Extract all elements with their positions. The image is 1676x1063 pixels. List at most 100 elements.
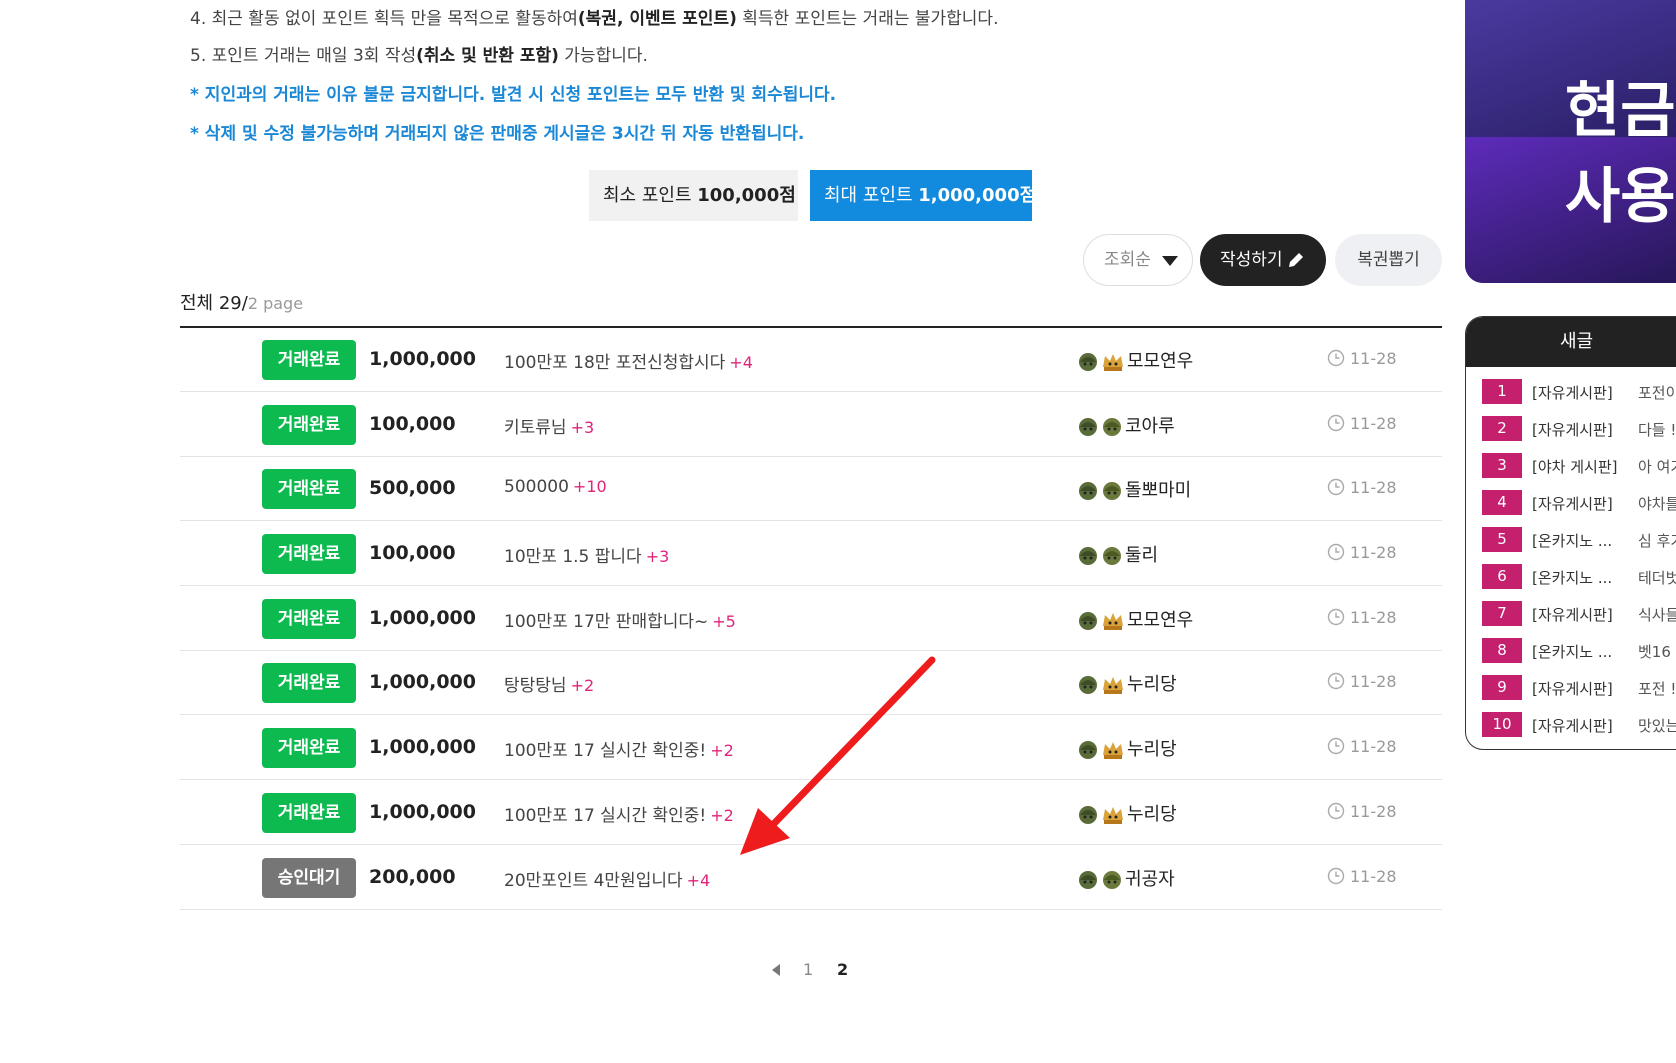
new-post-item[interactable]: 7 [자유게시판] 식사들 — [1466, 595, 1676, 632]
table-row[interactable]: 거래완료 100,000 10만포 1.5 팝니다 +3 둘리 11-28 — [180, 522, 1442, 586]
table-row[interactable]: 거래완료 1,000,000 탕탕탕님 +2 누리당 11-28 — [180, 651, 1442, 715]
author[interactable]: 누리당 — [1077, 670, 1177, 696]
status-badge: 거래완료 — [262, 599, 356, 639]
author-name: 돌뽀마미 — [1125, 480, 1192, 501]
author-name: 누리당 — [1127, 674, 1177, 695]
total-page: 2 page — [247, 294, 304, 313]
author[interactable]: 귀공자 — [1077, 865, 1175, 891]
author[interactable]: 모모연우 — [1077, 606, 1193, 632]
clock-icon — [1327, 543, 1345, 561]
table-row[interactable]: 승인대기 200,000 20만포인트 4만원입니다 +4 귀공자 11-28 — [180, 846, 1442, 910]
sort-dropdown[interactable]: 조회순 — [1083, 234, 1193, 286]
table-row[interactable]: 거래완료 1,000,000 100만포 17 실시간 확인중! +2 누리당 11-28 — [180, 716, 1442, 780]
new-post-item[interactable]: 3 [야차 게시판] 아 여기 — [1466, 447, 1676, 484]
post-title-link[interactable]: 100만포 18만 포전신청합시다 +4 — [504, 348, 753, 373]
point-amount: 100,000 — [369, 413, 456, 435]
rank-number: 9 — [1482, 675, 1522, 700]
notice-warning-auto-return: * 삭제 및 수정 불가능하며 거래되지 않은 판매중 게시글은 3시간 뒤 자… — [190, 124, 805, 144]
post-title-link[interactable]: 탕탕탕님 +2 — [504, 671, 594, 696]
post-title-link[interactable]: 20만포인트 4만원입니다 +4 — [504, 866, 710, 891]
rank-number: 4 — [1482, 490, 1522, 515]
post-title-link[interactable]: 10만포 1.5 팝니다 +3 — [504, 542, 669, 567]
caret-down-icon — [1162, 256, 1178, 266]
new-post-item[interactable]: 6 [온카지노 ... 테더벗 — [1466, 558, 1676, 595]
helmet-icon — [1079, 482, 1097, 500]
helmet-icon — [1079, 871, 1097, 889]
post-title-link[interactable]: 100만포 17 실시간 확인중! +2 — [504, 801, 734, 826]
triangle-left-icon[interactable] — [770, 963, 782, 977]
post-category: [자유게시판] — [1532, 717, 1613, 735]
table-row[interactable]: 거래완료 100,000 키토류님 +3 코아루 11-28 — [180, 393, 1442, 457]
post-date: 11-28 — [1327, 478, 1397, 497]
write-button[interactable]: 작성하기 — [1200, 234, 1326, 286]
new-post-item[interactable]: 9 [자유게시판] 포전 ! — [1466, 669, 1676, 706]
table-row[interactable]: 거래완료 1,000,000 100만포 18만 포전신청합시다 +4 모모연우 11-2… — [180, 328, 1442, 392]
notice-rule-4-text: 4. 최근 활동 없이 포인트 획득 만을 목적으로 활동하여 — [190, 9, 578, 29]
post-subject: 심 후기 — [1638, 532, 1676, 550]
author[interactable]: 누리당 — [1077, 800, 1177, 826]
post-category: [자유게시판] — [1532, 680, 1613, 698]
table-row[interactable]: 거래완료 1,000,000 100만포 17 실시간 확인중! +2 누리당 11-28 — [180, 781, 1442, 845]
helmet-icon — [1079, 612, 1097, 630]
post-subject: 맛있는 — [1638, 717, 1676, 735]
new-post-item[interactable]: 10 [자유게시판] 맛있는 — [1466, 706, 1676, 743]
sort-label: 조회순 — [1104, 250, 1151, 270]
point-amount: 500,000 — [369, 477, 456, 499]
crown-icon — [1103, 613, 1123, 630]
post-date: 11-28 — [1327, 802, 1397, 821]
crown-icon — [1103, 807, 1123, 824]
table-row[interactable]: 거래완료 1,000,000 100만포 17만 판매합니다~ +5 모모연우 11-28 — [180, 587, 1442, 651]
post-title: 100만포 17 실시간 확인중! — [504, 741, 707, 761]
author-name: 귀공자 — [1125, 869, 1175, 890]
post-title-link[interactable]: 키토류님 +3 — [504, 413, 594, 438]
clock-icon — [1327, 414, 1345, 432]
post-title-link[interactable]: 100만포 17 실시간 확인중! +2 — [504, 736, 734, 761]
post-date: 11-28 — [1327, 672, 1397, 691]
post-date: 11-28 — [1327, 608, 1397, 627]
post-title-link[interactable]: 500000 +10 — [504, 477, 607, 497]
post-title: 500000 — [504, 477, 569, 497]
clock-icon — [1327, 867, 1345, 885]
new-post-item[interactable]: 8 [온카지노 ... 벳16 : — [1466, 632, 1676, 669]
post-subject: 포전이 — [1638, 384, 1676, 402]
comment-count: +5 — [712, 612, 736, 631]
post-title-link[interactable]: 100만포 17만 판매합니다~ +5 — [504, 607, 736, 632]
helmet-icon — [1079, 676, 1097, 694]
helmet-icon — [1079, 547, 1097, 565]
author[interactable]: 모모연우 — [1077, 347, 1193, 373]
author[interactable]: 누리당 — [1077, 735, 1177, 761]
author-name: 누리당 — [1127, 804, 1177, 825]
rank-number: 2 — [1482, 416, 1522, 441]
author[interactable]: 코아루 — [1077, 412, 1175, 438]
page-2-link[interactable]: 2 — [837, 960, 848, 979]
new-post-item[interactable]: 4 [자유게시판] 야차틀 — [1466, 484, 1676, 521]
notice-rule-4-bold: (복권, 이벤트 포인트) — [577, 9, 737, 29]
pencil-icon — [1289, 251, 1305, 267]
new-posts-title: 새글 — [1466, 317, 1676, 367]
lotto-button[interactable]: 복권뽑기 — [1335, 234, 1442, 286]
clock-icon — [1327, 737, 1345, 755]
status-badge: 승인대기 — [262, 858, 356, 898]
rank-number: 3 — [1482, 453, 1522, 478]
post-date-text: 11-28 — [1350, 414, 1397, 433]
point-amount: 1,000,000 — [369, 348, 476, 370]
clock-icon — [1327, 478, 1345, 496]
notice-rule-5-bold: (취소 및 반환 포함) — [416, 46, 559, 66]
post-title: 100만포 17만 판매합니다~ — [504, 612, 709, 632]
post-date-text: 11-28 — [1350, 867, 1397, 886]
clock-icon — [1327, 349, 1345, 367]
author[interactable]: 돌뽀마미 — [1077, 476, 1191, 502]
table-row[interactable]: 거래완료 500,000 500000 +10 돌뽀마미 11-28 — [180, 457, 1442, 521]
comment-count: +2 — [570, 676, 595, 695]
new-post-item[interactable]: 5 [온카지노 ... 심 후기 — [1466, 521, 1676, 558]
status-badge: 거래완료 — [262, 405, 356, 445]
promo-banner[interactable]: 현금 사용 — [1465, 0, 1676, 283]
new-post-item[interactable]: 1 [자유게시판] 포전이 — [1466, 373, 1676, 410]
author[interactable]: 둘리 — [1077, 541, 1158, 567]
helmet-icon — [1079, 418, 1097, 436]
page-1-link[interactable]: 1 — [803, 960, 813, 979]
total-count: 전체 29/2 page — [180, 289, 303, 315]
notice-rule-5-end: 가능합니다. — [558, 46, 648, 66]
new-post-item[interactable]: 2 [자유게시판] 다들 ! — [1466, 410, 1676, 447]
post-date-text: 11-28 — [1350, 802, 1397, 821]
